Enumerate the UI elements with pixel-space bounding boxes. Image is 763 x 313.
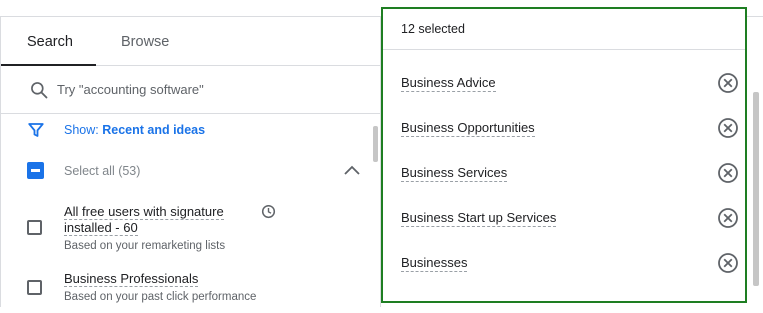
item-title-line2: installed - 60 (64, 220, 138, 236)
item-checkbox[interactable] (27, 220, 42, 235)
search-bar (1, 66, 380, 114)
selected-item-label: Businesses (401, 255, 468, 272)
selected-item-label: Business Advice (401, 75, 496, 92)
remove-circle-icon[interactable] (717, 162, 739, 184)
search-input[interactable] (57, 78, 357, 100)
item-subtitle: Based on your past click performance (64, 291, 257, 303)
select-all-row: Select all (53) (1, 158, 380, 188)
select-all-label: Select all (53) (64, 164, 141, 178)
filter-icon (28, 123, 44, 137)
select-all-checkbox[interactable] (27, 162, 44, 179)
selected-item-label: Business Services (401, 165, 508, 182)
selected-item-label: Business Opportunities (401, 120, 535, 137)
remove-circle-icon[interactable] (717, 252, 739, 274)
selected-item: Businesses (383, 240, 745, 285)
remove-circle-icon[interactable] (717, 117, 739, 139)
left-scrollbar[interactable] (373, 126, 378, 162)
selected-header: 12 selected (383, 9, 745, 50)
selected-count: 12 selected (401, 22, 465, 36)
audience-picker: Search Browse Show: Recent and ideas Sel… (0, 7, 763, 307)
tab-bar: Search Browse (1, 17, 380, 66)
remove-circle-icon[interactable] (717, 72, 739, 94)
tab-browse[interactable]: Browse (121, 17, 169, 65)
remove-circle-icon[interactable] (717, 207, 739, 229)
filter-value: Recent and ideas (102, 123, 206, 137)
item-title-line1: All free users with signature (64, 204, 224, 220)
tab-search[interactable]: Search (27, 17, 73, 65)
selected-item: Business Opportunities (383, 105, 745, 150)
selected-panel: 12 selected Business Advice Business Opp… (381, 7, 747, 303)
filter-row[interactable]: Show: Recent and ideas (1, 114, 380, 148)
selected-item: Business Advice (383, 60, 745, 105)
right-scrollbar[interactable] (753, 92, 759, 286)
item-checkbox[interactable] (27, 280, 42, 295)
item-title: Business Professionals (64, 271, 199, 287)
clock-icon (261, 204, 276, 219)
filter-prefix: Show: (64, 123, 99, 137)
left-panel: Search Browse Show: Recent and ideas Sel… (0, 17, 381, 307)
selected-item: Business Services (383, 150, 745, 195)
search-icon (31, 82, 48, 99)
filter-label: Show: Recent and ideas (64, 123, 205, 137)
item-subtitle: Based on your remarketing lists (64, 240, 226, 252)
result-list: Show: Recent and ideas Select all (53) A… (1, 114, 380, 307)
item-title: All free users with signature installed … (64, 204, 224, 236)
selected-item-label: Business Start up Services (401, 210, 557, 227)
chevron-up-icon[interactable] (343, 163, 361, 177)
selected-item: Business Start up Services (383, 195, 745, 240)
item-title-line1: Business Professionals (64, 271, 199, 287)
